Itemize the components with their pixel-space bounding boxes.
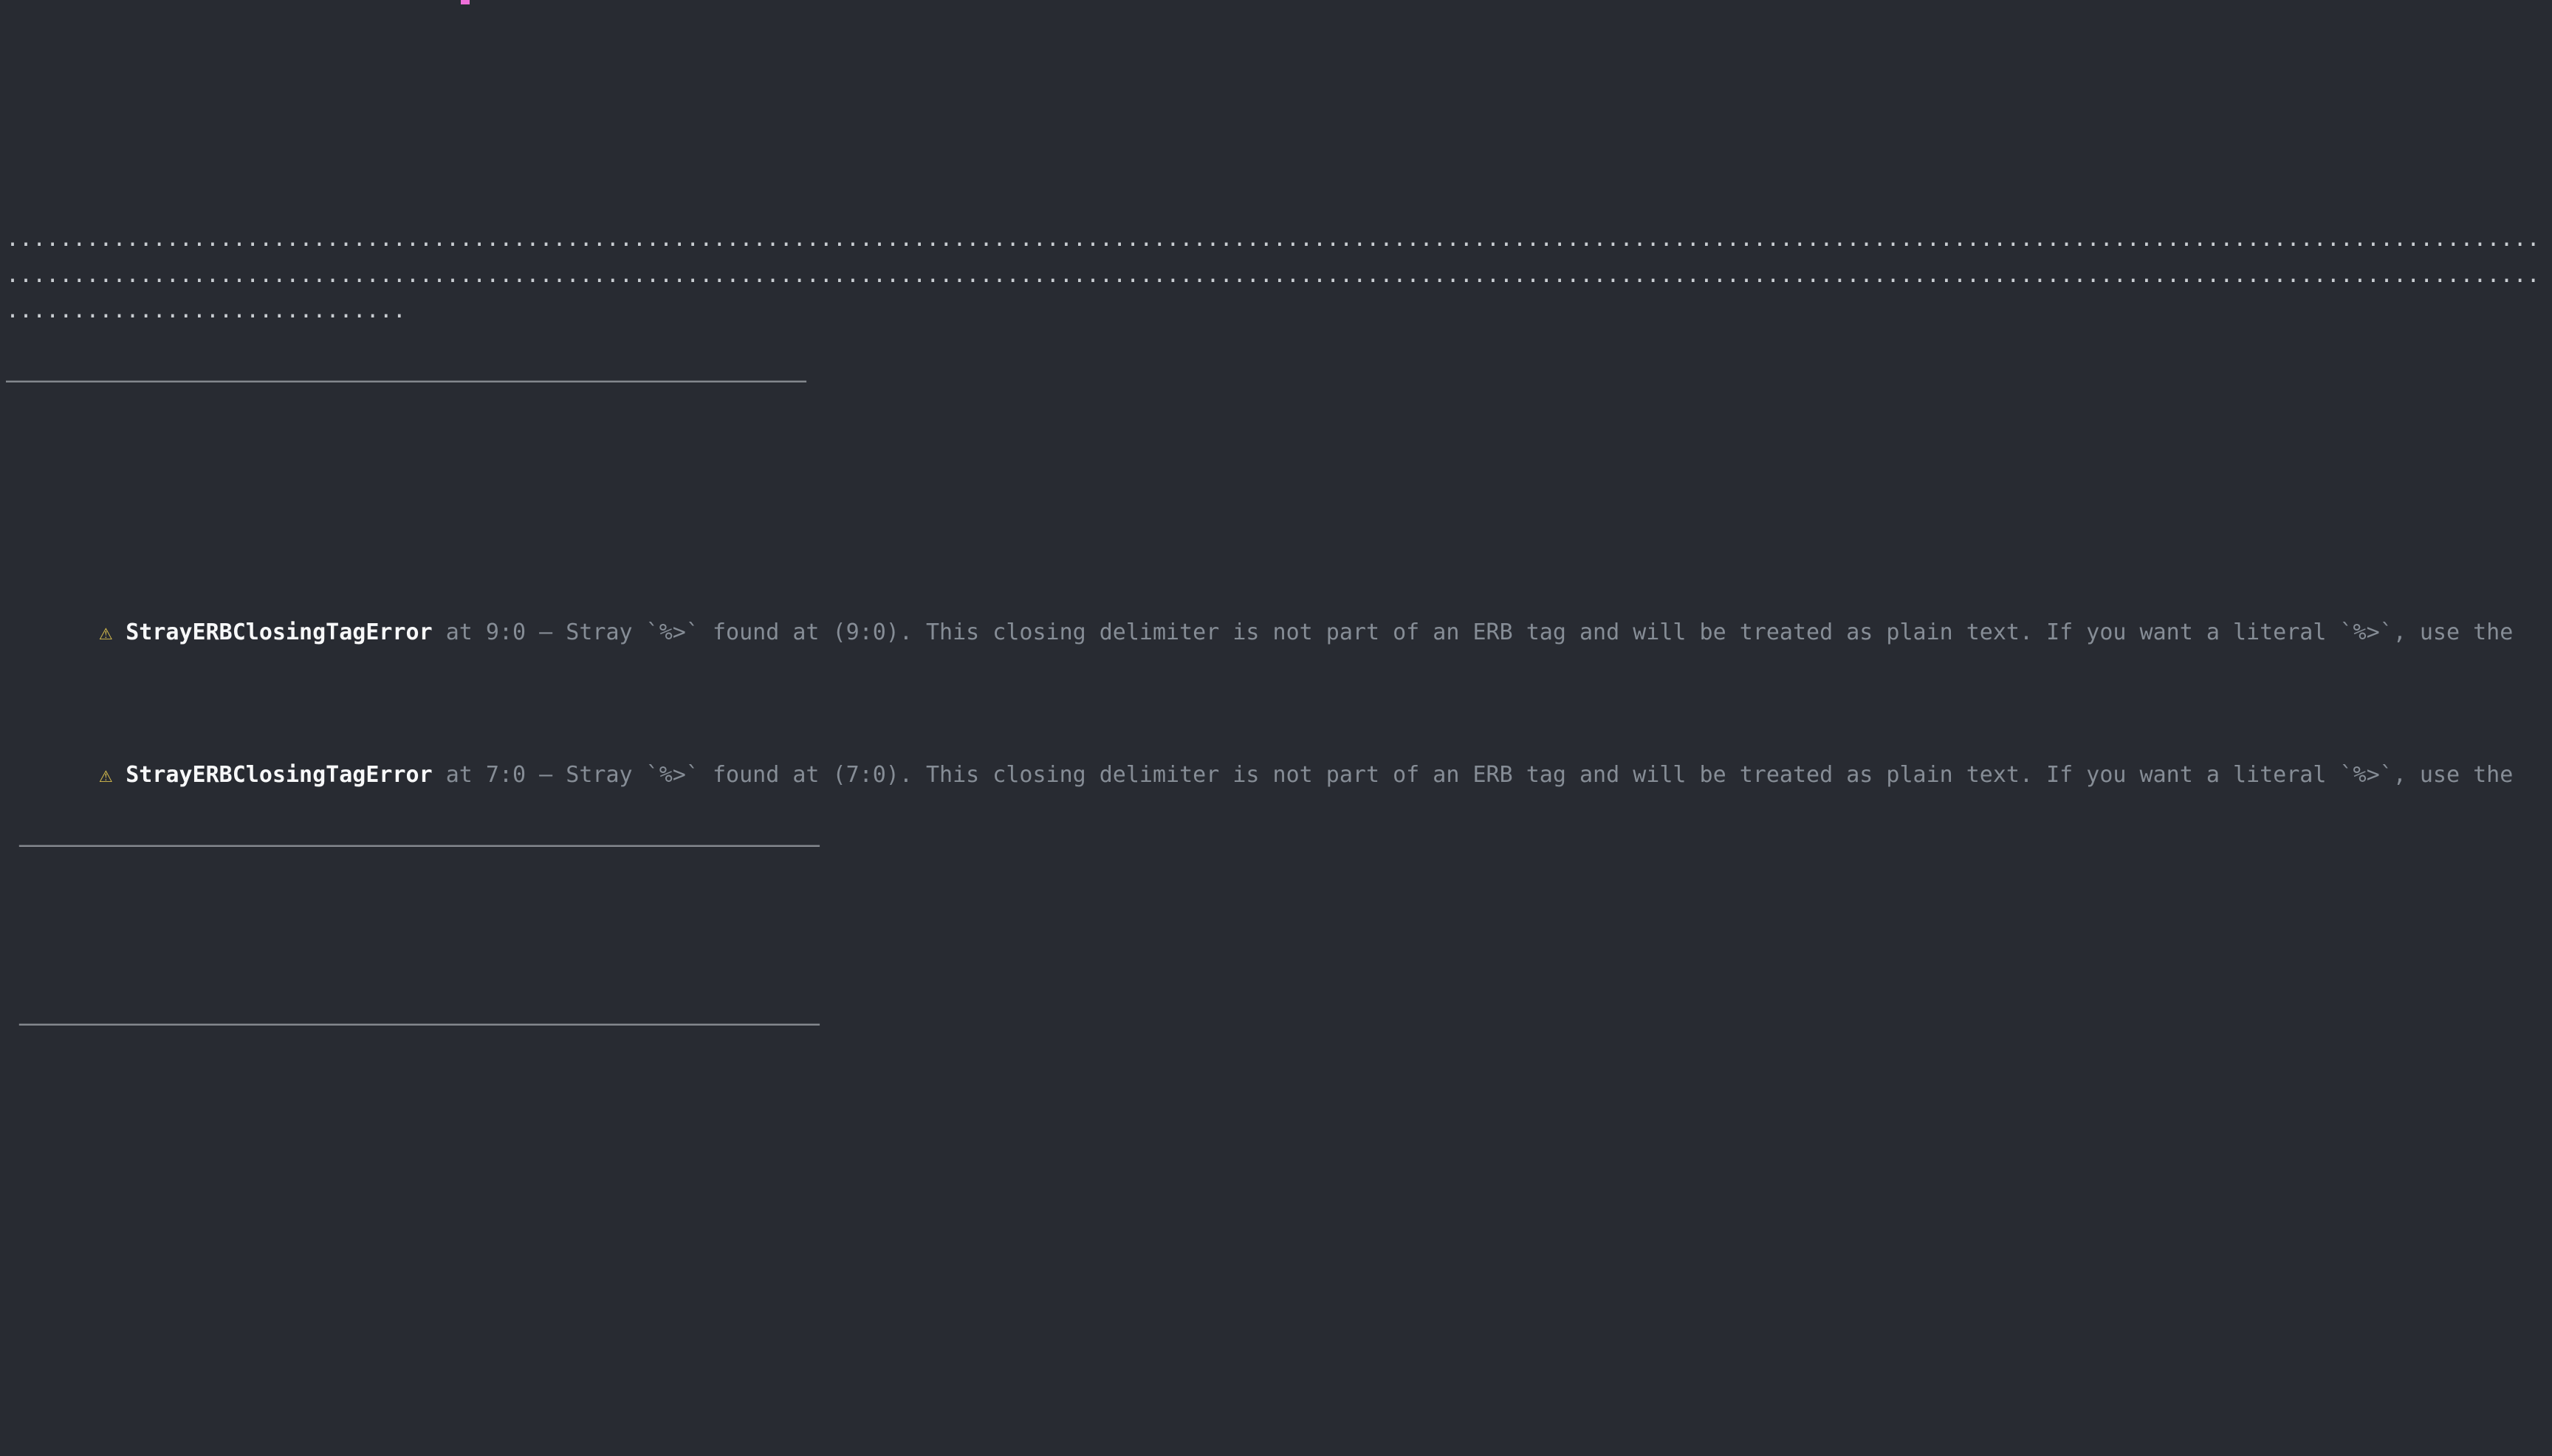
- strict-section-subtitle: These files use HTML patterns like omitt…: [6, 472, 2552, 507]
- progress-dots: ..............................: [6, 298, 406, 323]
- horizontal-rule: ────────────────────────────────────────…: [6, 369, 806, 395]
- separator-line: ────────────────────────────────────────…: [6, 365, 2552, 400]
- blank-row: [6, 972, 2552, 1008]
- summary-title: Summary:: [6, 1079, 2552, 1115]
- blank-row: [6, 400, 2552, 436]
- summary-row-parser: Parser410 parsed | 2 strict: [6, 1222, 2552, 1257]
- analyzing-line: Analyzing 410 files...: [6, 186, 2552, 222]
- horizontal-rule: ────────────────────────────────────────…: [19, 1012, 820, 1038]
- summary-row-version: Versionherb gem v0.8.10, libprism v1.9.0…: [6, 1115, 2552, 1150]
- blank-row: [6, 1043, 2552, 1079]
- warning-icon: ⚠: [99, 615, 112, 650]
- command-line: bundleexecexe/herbanalyze../rubyevents/a…: [6, 7, 2552, 43]
- progress-dots-line: ..............................: [6, 293, 2552, 329]
- summary-row-files: Files408 clean | 2 with issues: [6, 1187, 2552, 1222]
- blank-row: [6, 865, 2552, 900]
- progress-dots: ........................................…: [6, 262, 2540, 288]
- warning-icon: ⚠: [99, 758, 112, 793]
- error-detail-line: ⚠StrayERBClosingTagError at 9:0 – Stray …: [6, 579, 2546, 650]
- progress-dots-line: ........................................…: [6, 258, 2552, 293]
- blank-row: [6, 43, 2552, 78]
- cut-off-glyph-fragment: [461, 0, 470, 4]
- progress-dots: ........................................…: [6, 226, 2540, 252]
- error-name: StrayERBClosingTagError: [126, 619, 432, 645]
- blank-row: [6, 507, 2552, 543]
- terminal: bundleexecexe/herbanalyze../rubyevents/a…: [0, 0, 2552, 1456]
- summary-row-duration: Duration263.06ms: [6, 1294, 2552, 1329]
- error-file-line: views/avo/cards/_suspicious_signals_brea…: [6, 543, 2552, 579]
- horizontal-rule: ────────────────────────────────────────…: [19, 834, 820, 859]
- config-line: ✓Using Herb config file at/Users/marcoro…: [6, 151, 2552, 186]
- progress-dots-line: ........................................…: [6, 222, 2552, 257]
- issue-summary-row: StrayERBClosingTagError(2 errors in 2 fi…: [6, 936, 2552, 972]
- summary-row-checked: Checked410 files: [6, 1151, 2552, 1187]
- prompt-status-line: herb-release-0.8.10 on herb-analyze-cli-…: [6, 1365, 2552, 1401]
- blank-row: [6, 650, 2552, 686]
- issue-summary-title: Issue summary:: [6, 901, 2552, 936]
- app-banner: Herbv0.8.10: [6, 79, 2552, 114]
- blank-row: [6, 794, 2552, 829]
- prompt-input-line[interactable]: [6, 1401, 2552, 1436]
- error-file-line: views/avo/cards/_unavailable_videos_by_e…: [6, 686, 2552, 721]
- summary-row-engine: Engine408 compiled | 2 skipped: [6, 1258, 2552, 1294]
- strict-section-title: Strict mode parse errors:: [6, 436, 2552, 472]
- error-detail-line: ⚠StrayERBClosingTagError at 7:0 – Stray …: [6, 722, 2546, 794]
- separator-line: ────────────────────────────────────────…: [6, 1008, 2552, 1043]
- blank-row: [6, 329, 2552, 365]
- blank-row: [6, 114, 2552, 150]
- error-name: StrayERBClosingTagError: [126, 762, 432, 788]
- blank-row: [6, 1329, 2552, 1364]
- separator-line: ────────────────────────────────────────…: [6, 829, 2552, 865]
